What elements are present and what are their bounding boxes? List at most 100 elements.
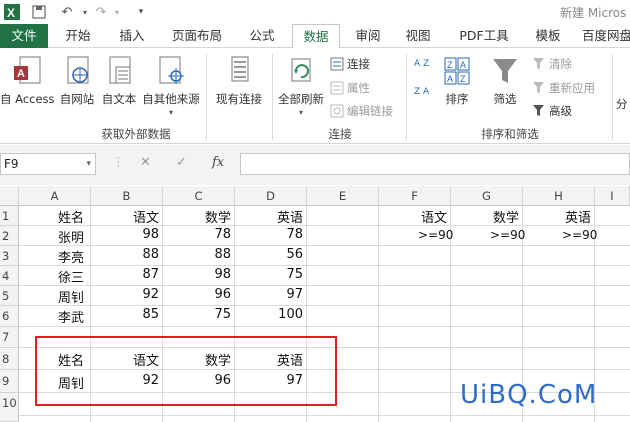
cancel-icon[interactable]: ✕ <box>140 155 151 170</box>
cell-f2[interactable]: >=90 <box>418 228 453 242</box>
sort-dialog-icon: Z A A Z <box>444 57 470 85</box>
clear-filter-button[interactable]: 清除 <box>532 56 572 72</box>
sort-ascending-button[interactable]: A Z <box>414 60 429 69</box>
tab-review[interactable]: 审阅 <box>348 24 388 48</box>
ribbon-separator <box>612 54 613 140</box>
cell-a4[interactable]: 徐三 <box>58 267 84 286</box>
cell-g2[interactable]: >=90 <box>490 228 525 242</box>
row-header-6[interactable]: 6 <box>0 306 19 327</box>
cell-c3[interactable]: 88 <box>163 247 231 262</box>
cell-b5[interactable]: 92 <box>91 287 159 302</box>
cell-b6[interactable]: 85 <box>91 307 159 322</box>
column-header-c[interactable]: C <box>163 186 235 206</box>
row-header-2[interactable]: 2 <box>0 226 19 246</box>
cell-g1[interactable]: 数学 <box>451 207 519 226</box>
tab-templates[interactable]: 模板 <box>528 24 568 48</box>
cell-d6[interactable]: 100 <box>235 307 303 322</box>
name-box[interactable]: F9 ▾ <box>0 153 96 175</box>
advanced-filter-icon <box>532 104 546 118</box>
undo-icon[interactable]: ↶ <box>58 3 76 21</box>
existing-connections-button[interactable]: 现有连接 <box>210 56 268 107</box>
cell-f1[interactable]: 语文 <box>379 207 447 226</box>
advanced-filter-button[interactable]: 高级 <box>532 103 572 119</box>
sort-descending-button[interactable]: Z A <box>414 88 429 97</box>
enter-icon[interactable]: ✓ <box>176 155 187 170</box>
tab-baidu-netdisk[interactable]: 百度网盘 <box>582 24 630 48</box>
tab-file[interactable]: 文件 <box>0 24 48 48</box>
save-icon[interactable] <box>30 3 48 21</box>
formula-input[interactable] <box>240 153 630 175</box>
cell-c2[interactable]: 78 <box>163 227 231 242</box>
redo-dropdown-icon[interactable]: ▾ <box>112 3 122 21</box>
tab-home[interactable]: 开始 <box>56 24 100 48</box>
filter-funnel-icon <box>493 59 517 83</box>
tab-data[interactable]: 数据 <box>292 24 340 49</box>
row-header-8[interactable]: 8 <box>0 348 19 370</box>
refresh-all-button[interactable]: 全部刷新 ▾ <box>274 56 328 117</box>
ribbon-tabs: 文件 开始 插入 页面布局 公式 数据 审阅 视图 PDF工具 模板 百度网盘 <box>0 24 630 49</box>
properties-button[interactable]: 属性 <box>330 80 370 96</box>
connections-button[interactable]: 连接 <box>330 56 370 72</box>
connections-icon <box>330 57 344 71</box>
cell-c5[interactable]: 96 <box>163 287 231 302</box>
sort-button[interactable]: Z A A Z 排序 <box>438 56 476 107</box>
insert-function-icon[interactable]: fx <box>212 155 224 170</box>
column-header-a[interactable]: A <box>19 186 91 206</box>
cell-h1[interactable]: 英语 <box>523 207 591 226</box>
from-text-button[interactable]: 自文本 <box>98 56 140 107</box>
column-header-d[interactable]: D <box>235 186 307 206</box>
cell-d2[interactable]: 78 <box>235 227 303 242</box>
column-header-h[interactable]: H <box>523 186 595 206</box>
cell-d5[interactable]: 97 <box>235 287 303 302</box>
cell-b1[interactable]: 语文 <box>91 207 159 226</box>
reapply-filter-button[interactable]: 重新应用 <box>532 80 595 96</box>
undo-dropdown-icon[interactable]: ▾ <box>80 3 90 21</box>
cell-d4[interactable]: 75 <box>235 267 303 282</box>
row-header-7[interactable]: 7 <box>0 327 19 348</box>
from-web-button[interactable]: 自网站 <box>56 56 98 107</box>
row-header-3[interactable]: 3 <box>0 246 19 266</box>
cell-c4[interactable]: 98 <box>163 267 231 282</box>
cell-a5[interactable]: 周钊 <box>58 287 84 306</box>
column-header-e[interactable]: E <box>307 186 379 206</box>
sort-az-icon: A Z <box>414 59 430 69</box>
tab-formulas[interactable]: 公式 <box>240 24 284 48</box>
redo-icon[interactable]: ↷ <box>92 3 110 21</box>
cell-d3[interactable]: 56 <box>235 247 303 262</box>
other-sources-dropdown-icon: ▾ <box>168 108 173 117</box>
column-header-b[interactable]: B <box>91 186 163 206</box>
ribbon-separator <box>272 54 273 140</box>
tab-insert[interactable]: 插入 <box>110 24 154 48</box>
cell-d1[interactable]: 英语 <box>235 207 303 226</box>
tab-view[interactable]: 视图 <box>398 24 438 48</box>
tab-pdf-tools[interactable]: PDF工具 <box>452 24 516 48</box>
customize-toolbar-icon[interactable]: ▾ <box>134 3 148 21</box>
formula-bar-options-icon[interactable]: ⋮ <box>112 155 125 170</box>
cell-a6[interactable]: 李武 <box>58 307 84 326</box>
cell-a3[interactable]: 李亮 <box>58 247 84 266</box>
column-header-i[interactable]: I <box>595 186 630 206</box>
from-access-button[interactable]: A 自 Access <box>0 56 55 107</box>
tab-page-layout[interactable]: 页面布局 <box>164 24 230 48</box>
from-other-sources-button[interactable]: 自其他来源 ▾ <box>140 56 202 117</box>
cell-c1[interactable]: 数学 <box>163 207 231 226</box>
column-header-g[interactable]: G <box>451 186 523 206</box>
cell-c6[interactable]: 75 <box>163 307 231 322</box>
row-header-1[interactable]: 1 <box>0 206 19 226</box>
cell-b2[interactable]: 98 <box>91 227 159 242</box>
row-header-5[interactable]: 5 <box>0 286 19 306</box>
edit-links-button[interactable]: 编辑链接 <box>330 103 393 119</box>
cell-a1[interactable]: 姓名 <box>58 207 84 226</box>
cell-b3[interactable]: 88 <box>91 247 159 262</box>
select-all-corner[interactable] <box>0 186 19 206</box>
row-header-4[interactable]: 4 <box>0 266 19 286</box>
cell-a2[interactable]: 张明 <box>58 227 84 246</box>
filter-button[interactable]: 筛选 <box>486 56 524 107</box>
partial-ribbon-button[interactable]: 分 <box>616 96 630 112</box>
row-header-10[interactable]: 10 <box>0 393 19 422</box>
row-header-9[interactable]: 9 <box>0 370 19 393</box>
name-box-dropdown-icon[interactable]: ▾ <box>86 154 91 174</box>
cell-h2[interactable]: >=90 <box>562 228 597 242</box>
column-header-f[interactable]: F <box>379 186 451 206</box>
cell-b4[interactable]: 87 <box>91 267 159 282</box>
